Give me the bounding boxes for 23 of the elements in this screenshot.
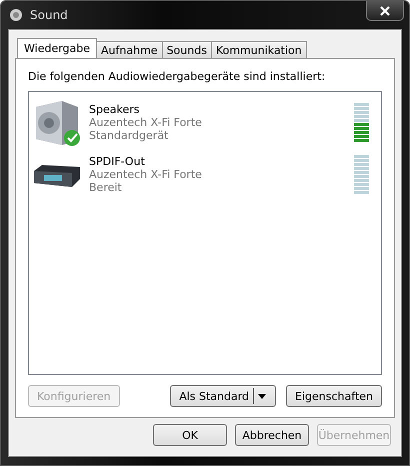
tab[interactable]: Aufnahme — [96, 41, 163, 58]
caret-icon — [253, 388, 268, 404]
tab[interactable]: Kommunikation — [210, 41, 307, 58]
device-name[interactable]: Speakers — [89, 102, 140, 116]
tab[interactable]: Sounds — [162, 41, 212, 58]
receiver-icon — [34, 165, 80, 187]
action-button[interactable]: Eigenschaften — [286, 385, 382, 407]
dialog-button[interactable]: OK — [153, 424, 227, 446]
speaker-icon — [8, 7, 24, 23]
dialog-button[interactable]: Abbrechen — [235, 424, 309, 446]
device-name[interactable]: SPDIF-Out — [89, 154, 145, 168]
close-icon — [380, 6, 390, 16]
device-status: Bereit — [89, 180, 123, 194]
speaker-icon — [36, 101, 78, 145]
level-meter — [354, 154, 369, 194]
action-button[interactable]: Als Standard — [170, 385, 276, 407]
device-driver: Auzentech X-Fi Forte — [89, 168, 203, 180]
device-status: Standardgerät — [89, 128, 170, 142]
close-button[interactable] — [366, 1, 404, 21]
window-title: Sound — [30, 8, 69, 22]
tab[interactable]: Wiedergabe — [17, 38, 98, 58]
heading-text: Die folgenden Audiowiedergabegeräte sind installiert: — [28, 70, 326, 83]
device-driver: Auzentech X-Fi Forte — [89, 116, 203, 128]
